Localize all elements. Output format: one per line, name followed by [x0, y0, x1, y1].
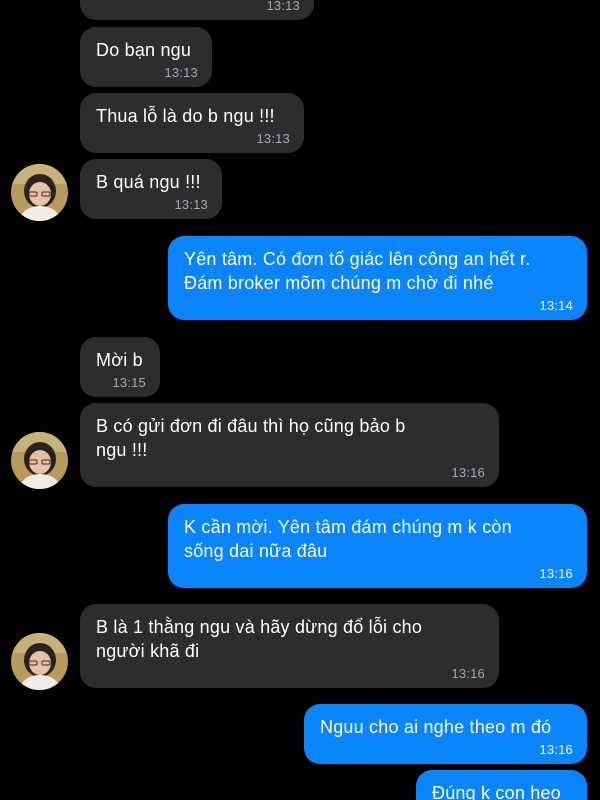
message-time: 13:16	[539, 566, 573, 581]
message-text: B là 1 thằng ngu và hãy dừng đổ lỗi cho …	[96, 617, 423, 661]
message-time: 13:16	[451, 666, 485, 681]
message-bubble-incoming[interactable]: B quá ngu !!! 13:13	[80, 159, 222, 219]
message-bubble-incoming[interactable]: Mời b 13:15	[80, 337, 160, 397]
message-time: 13:13	[266, 0, 300, 13]
message-text: B có gửi đơn đi đâu thì họ cũng bảo b ng…	[96, 416, 406, 460]
message-bubble-outgoing[interactable]: Yên tâm. Có đơn tố giác lên công an hết …	[168, 236, 587, 320]
message-bubble-outgoing[interactable]: Nguu cho ai nghe theo m đó 13:16	[304, 704, 587, 764]
message-time: 13:16	[539, 742, 573, 757]
message-bubble-outgoing[interactable]: K cần mời. Yên tâm đám chúng m k còn sốn…	[168, 504, 587, 588]
message-time: 13:16	[451, 465, 485, 480]
message-bubble-incoming[interactable]: 13:13	[80, 0, 314, 20]
contact-avatar[interactable]	[11, 432, 68, 489]
chat-thread[interactable]: 13:13 Do bạn ngu 13:13 Thua lỗ là do b n…	[0, 0, 600, 800]
message-bubble-incoming[interactable]: Thua lỗ là do b ngu !!! 13:13	[80, 93, 304, 153]
avatar-photo-icon	[11, 164, 68, 221]
message-bubble-incoming[interactable]: Do bạn ngu 13:13	[80, 27, 212, 87]
message-bubble-outgoing[interactable]: Đúng k con heo	[416, 770, 587, 800]
avatar-photo-icon	[11, 633, 68, 690]
message-text: K cần mời. Yên tâm đám chúng m k còn sốn…	[184, 517, 512, 561]
message-text: Đúng k con heo	[432, 783, 561, 800]
message-text: Do bạn ngu	[96, 40, 192, 60]
message-time: 13:13	[256, 131, 290, 146]
message-text: Thua lỗ là do b ngu !!!	[96, 106, 275, 126]
message-time: 13:13	[174, 197, 208, 212]
contact-avatar[interactable]	[11, 633, 68, 690]
avatar-photo-icon	[11, 432, 68, 489]
message-text: B quá ngu !!!	[96, 172, 201, 192]
message-bubble-incoming[interactable]: B có gửi đơn đi đâu thì họ cũng bảo b ng…	[80, 403, 499, 487]
message-time: 13:13	[164, 65, 198, 80]
message-bubble-incoming[interactable]: B là 1 thằng ngu và hãy dừng đổ lỗi cho …	[80, 604, 499, 688]
contact-avatar[interactable]	[11, 164, 68, 221]
message-text: Yên tâm. Có đơn tố giác lên công an hết …	[184, 249, 531, 293]
message-text: Nguu cho ai nghe theo m đó	[320, 717, 552, 737]
message-time: 13:15	[112, 375, 146, 390]
message-text: Mời b	[96, 350, 143, 370]
message-time: 13:14	[539, 298, 573, 313]
